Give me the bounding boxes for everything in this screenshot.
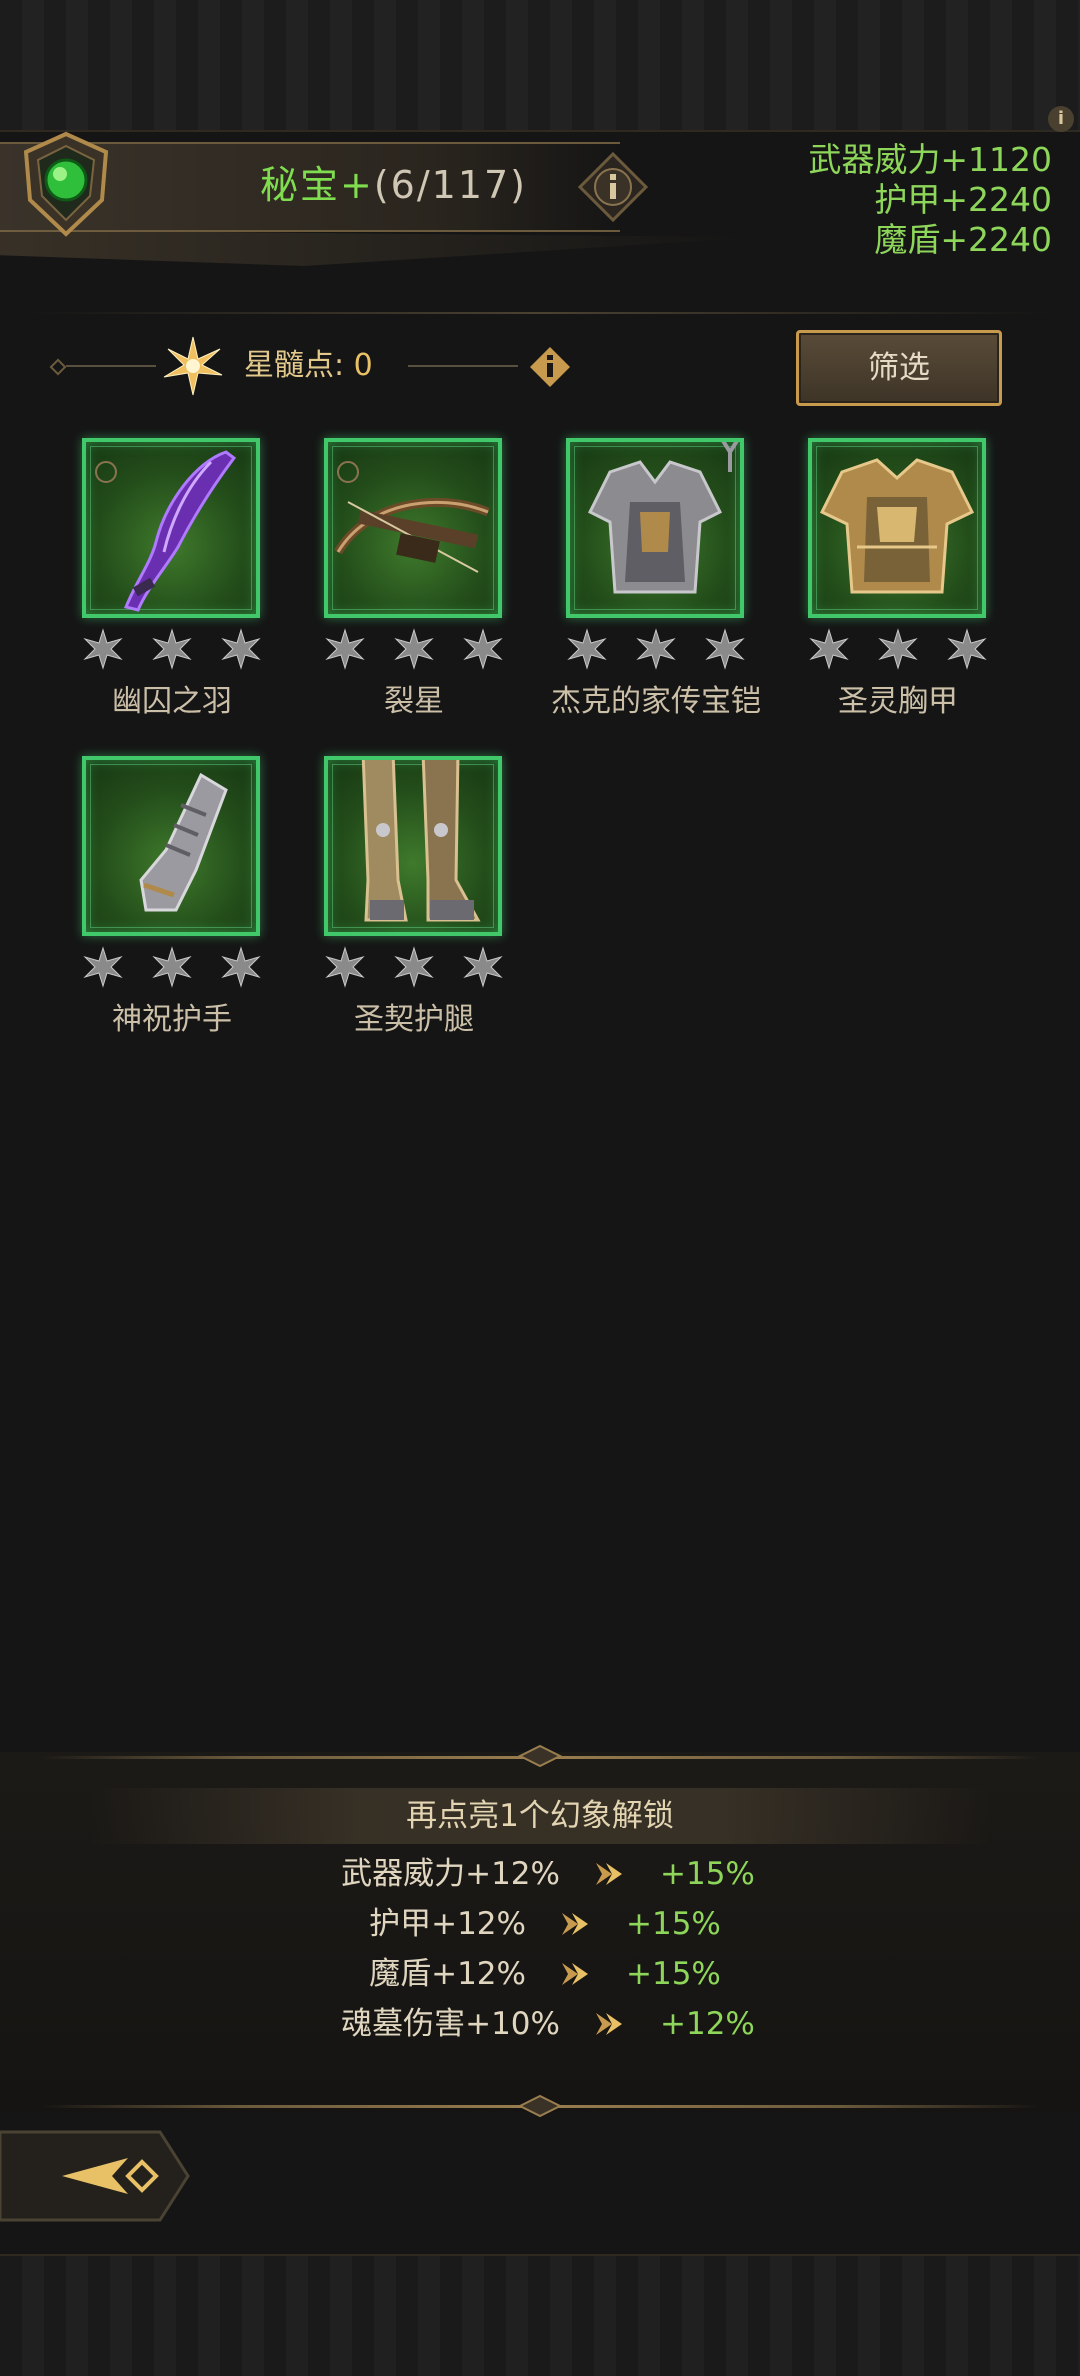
item-name: 神祝护手 bbox=[112, 1002, 232, 1037]
star-unlit-icon bbox=[221, 628, 261, 670]
page-title: 秘宝+(6/117) bbox=[260, 160, 527, 210]
star-points-info-icon[interactable] bbox=[528, 345, 572, 389]
bonus-current: 魂墓伤害+10% bbox=[341, 2006, 560, 2042]
stat-weapon-power: 武器威力+1120 bbox=[808, 140, 1052, 179]
star-points-row: 星髓点: 0 bbox=[48, 335, 588, 397]
bonus-current: 护甲+12% bbox=[369, 1906, 526, 1942]
unlock-bonus-panel: 再点亮1个幻象解锁 武器威力+12% +15% 护甲+12% +15% 魔盾+1… bbox=[0, 1744, 1080, 2118]
star-unlit-icon bbox=[83, 628, 123, 670]
star-unlit-icon bbox=[947, 628, 987, 670]
star-unlit-icon bbox=[325, 946, 365, 988]
divider-line-right bbox=[408, 365, 518, 367]
item-holy-spirit-breastplate[interactable]: 圣灵胸甲 bbox=[798, 438, 998, 738]
bonus-next: +15% bbox=[626, 1906, 721, 1942]
crossbow-icon bbox=[334, 461, 490, 573]
star-unlit-icon bbox=[463, 946, 503, 988]
star-rating bbox=[324, 946, 504, 988]
item-lie-xing[interactable]: 裂星 bbox=[314, 438, 514, 738]
star-points-value: 0 bbox=[353, 348, 373, 383]
star-unlit-icon bbox=[878, 628, 918, 670]
star-rating bbox=[324, 628, 504, 670]
title-info-icon[interactable] bbox=[578, 152, 648, 222]
star-unlit-icon bbox=[325, 628, 365, 670]
divider-line-left bbox=[66, 365, 156, 367]
item-name: 杰克的家传宝铠 bbox=[551, 684, 761, 719]
item-name: 幽囚之羽 bbox=[112, 684, 232, 719]
star-unlit-icon bbox=[152, 628, 192, 670]
purple-blade-icon bbox=[95, 450, 237, 612]
item-youqiu-zhi-yu[interactable]: 幽囚之羽 bbox=[72, 438, 272, 738]
top-ornament-band bbox=[0, 0, 1080, 132]
item-card[interactable] bbox=[82, 756, 260, 936]
filter-button[interactable]: 筛选 bbox=[796, 330, 1002, 406]
stats-info-icon[interactable]: i bbox=[1048, 106, 1074, 132]
bonus-row-armor: 护甲+12% +15% bbox=[0, 1900, 1080, 1948]
item-card[interactable] bbox=[566, 438, 744, 618]
star-unlit-icon bbox=[567, 628, 607, 670]
bonus-current: 魔盾+12% bbox=[369, 1956, 526, 1992]
star-rating bbox=[566, 628, 746, 670]
star-essence-icon bbox=[163, 336, 223, 396]
item-name: 圣契护腿 bbox=[354, 1002, 474, 1037]
star-rating bbox=[82, 946, 262, 988]
bonus-row-weapon-power: 武器威力+12% +15% bbox=[0, 1850, 1080, 1898]
arrow-right-icon bbox=[562, 1963, 588, 1985]
gauntlet-icon bbox=[139, 772, 228, 912]
bonus-next: +15% bbox=[660, 1856, 755, 1892]
star-rating bbox=[808, 628, 988, 670]
header-decoration bbox=[0, 230, 760, 266]
item-card[interactable] bbox=[82, 438, 260, 618]
back-arrow-icon[interactable] bbox=[0, 2128, 190, 2224]
ornament-icon bbox=[517, 1744, 563, 1768]
star-unlit-icon bbox=[221, 946, 261, 988]
star-unlit-icon bbox=[809, 628, 849, 670]
treasure-emblem-icon[interactable] bbox=[18, 130, 114, 238]
star-rating bbox=[82, 628, 262, 670]
item-jack-heirloom-armor[interactable]: 杰克的家传宝铠 bbox=[551, 438, 761, 738]
stat-magic-shield: 魔盾+2240 bbox=[874, 220, 1052, 259]
gold-chest-armor-icon bbox=[819, 458, 975, 594]
title-label: 秘宝+ bbox=[260, 163, 374, 207]
star-unlit-icon bbox=[463, 628, 503, 670]
star-points-label: 星髓点: 0 bbox=[244, 345, 373, 387]
chest-armor-icon bbox=[587, 442, 739, 594]
item-name: 圣灵胸甲 bbox=[838, 684, 958, 719]
star-unlit-icon bbox=[394, 628, 434, 670]
leg-armor-icon bbox=[361, 760, 481, 922]
collection-progress: (6/117) bbox=[373, 163, 528, 207]
total-stats: 武器威力+1120 护甲+2240 魔盾+2240 bbox=[808, 140, 1052, 260]
arrow-right-icon bbox=[562, 1913, 588, 1935]
star-points-text: 星髓点: bbox=[244, 348, 345, 383]
bonus-current: 武器威力+12% bbox=[341, 1856, 560, 1892]
bonus-row-magic-shield: 魔盾+12% +15% bbox=[0, 1950, 1080, 1998]
item-card[interactable] bbox=[808, 438, 986, 618]
arrow-right-icon bbox=[596, 1863, 622, 1885]
star-unlit-icon bbox=[636, 628, 676, 670]
bonus-next: +15% bbox=[626, 1956, 721, 1992]
star-unlit-icon bbox=[152, 946, 192, 988]
bottom-ornament-band bbox=[0, 2254, 1080, 2376]
unlock-title: 再点亮1个幻象解锁 bbox=[406, 1798, 674, 1834]
bonus-next: +12% bbox=[660, 2006, 755, 2042]
star-unlit-icon bbox=[705, 628, 745, 670]
divider bbox=[30, 312, 1050, 314]
item-card[interactable] bbox=[324, 756, 502, 936]
arrow-right-icon bbox=[596, 2013, 622, 2035]
item-covenant-greaves[interactable]: 圣契护腿 bbox=[314, 756, 514, 1056]
star-unlit-icon bbox=[394, 946, 434, 988]
item-blessed-gauntlets[interactable]: 神祝护手 bbox=[72, 756, 272, 1056]
item-card[interactable] bbox=[324, 438, 502, 618]
divider-dot bbox=[49, 358, 67, 376]
ornament-icon bbox=[517, 2094, 563, 2118]
stat-armor: 护甲+2240 bbox=[874, 180, 1052, 219]
bonus-row-tomb-damage: 魂墓伤害+10% +12% bbox=[0, 2000, 1080, 2048]
unlock-title-banner: 再点亮1个幻象解锁 bbox=[90, 1788, 990, 1844]
star-unlit-icon bbox=[83, 946, 123, 988]
item-name: 裂星 bbox=[384, 684, 444, 719]
